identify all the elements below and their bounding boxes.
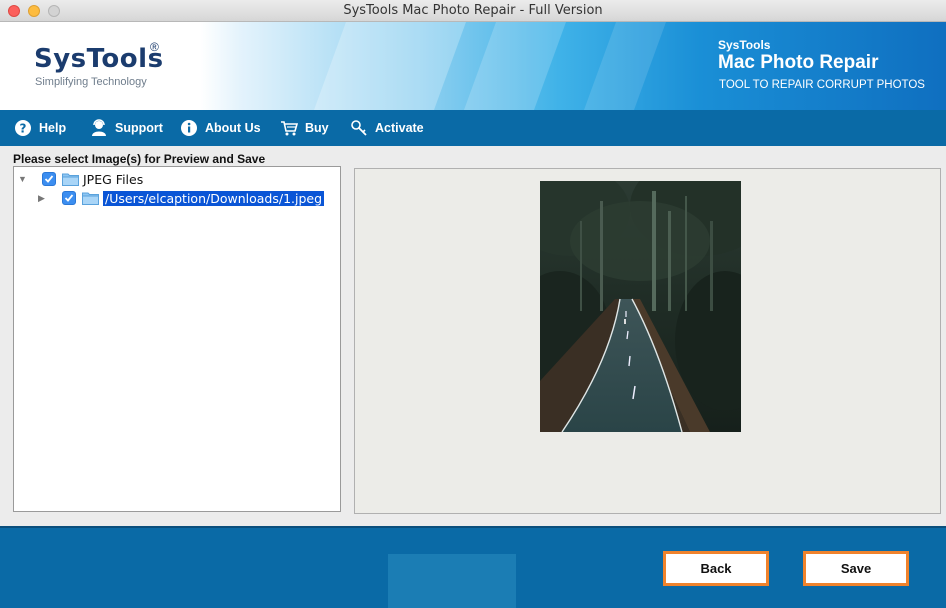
menu-activate[interactable]: Activate	[350, 119, 424, 137]
menu-about-us[interactable]: About Us	[180, 119, 261, 137]
logo-name: SysTools	[34, 44, 164, 74]
preview-photo	[540, 181, 741, 432]
back-button[interactable]: Back	[663, 551, 769, 586]
menu-buy[interactable]: Buy	[280, 119, 329, 137]
main-panel: Please select Image(s) for Preview and S…	[0, 146, 946, 526]
forest-road-photo	[540, 181, 741, 432]
menu-about-us-label: About Us	[205, 121, 261, 135]
title-bar: SysTools Mac Photo Repair - Full Version	[0, 0, 946, 22]
checkmark-icon	[64, 194, 74, 202]
tree-root-label: JPEG Files	[83, 171, 144, 187]
collapse-triangle-icon[interactable]: ▶	[38, 193, 48, 203]
window-title: SysTools Mac Photo Repair - Full Version	[343, 3, 603, 18]
help-icon: ?	[15, 120, 31, 136]
footer-bar: Back Save	[0, 526, 946, 608]
expand-triangle-icon[interactable]: ▼	[18, 174, 28, 184]
product-brand: SysTools	[718, 38, 771, 52]
logo-tagline: Simplifying Technology	[35, 76, 147, 88]
root-checkbox[interactable]	[42, 172, 56, 186]
registered-mark: ®	[150, 40, 159, 54]
checkmark-icon	[44, 175, 54, 183]
menu-activate-label: Activate	[375, 121, 424, 135]
support-icon	[92, 119, 106, 136]
menu-help-label: Help	[39, 121, 67, 135]
folder-icon	[82, 192, 99, 205]
product-name: Mac Photo Repair	[718, 52, 879, 73]
menu-support[interactable]: Support	[90, 119, 163, 137]
menu-help[interactable]: ? Help	[14, 119, 66, 137]
file-tree[interactable]: ▼ JPEG Files ▶ /Users/elcaption/Download…	[13, 166, 341, 512]
child-checkbox[interactable]	[62, 191, 76, 205]
panel-instruction: Please select Image(s) for Preview and S…	[13, 152, 266, 166]
menu-support-label: Support	[115, 121, 163, 135]
product-subtitle: TOOL TO REPAIR CORRUPT PHOTOS	[719, 79, 925, 91]
menu-bar: ? Help Support About Us Buy Activate	[0, 110, 946, 146]
image-preview-pane	[354, 168, 941, 514]
folder-icon	[62, 173, 79, 186]
menu-buy-label: Buy	[305, 121, 329, 135]
app-banner: SysTools ® Simplifying Technology SysToo…	[0, 22, 946, 110]
tree-child-label: /Users/elcaption/Downloads/1.jpeg	[103, 190, 325, 206]
svg-text:?: ?	[20, 122, 27, 136]
info-icon	[181, 120, 197, 136]
key-icon	[351, 120, 367, 136]
cart-icon	[281, 121, 298, 136]
save-button[interactable]: Save	[803, 551, 909, 586]
tree-root-row[interactable]: ▼ JPEG Files	[18, 170, 143, 188]
tree-child-row[interactable]: ▶ /Users/elcaption/Downloads/1.jpeg	[38, 189, 325, 207]
